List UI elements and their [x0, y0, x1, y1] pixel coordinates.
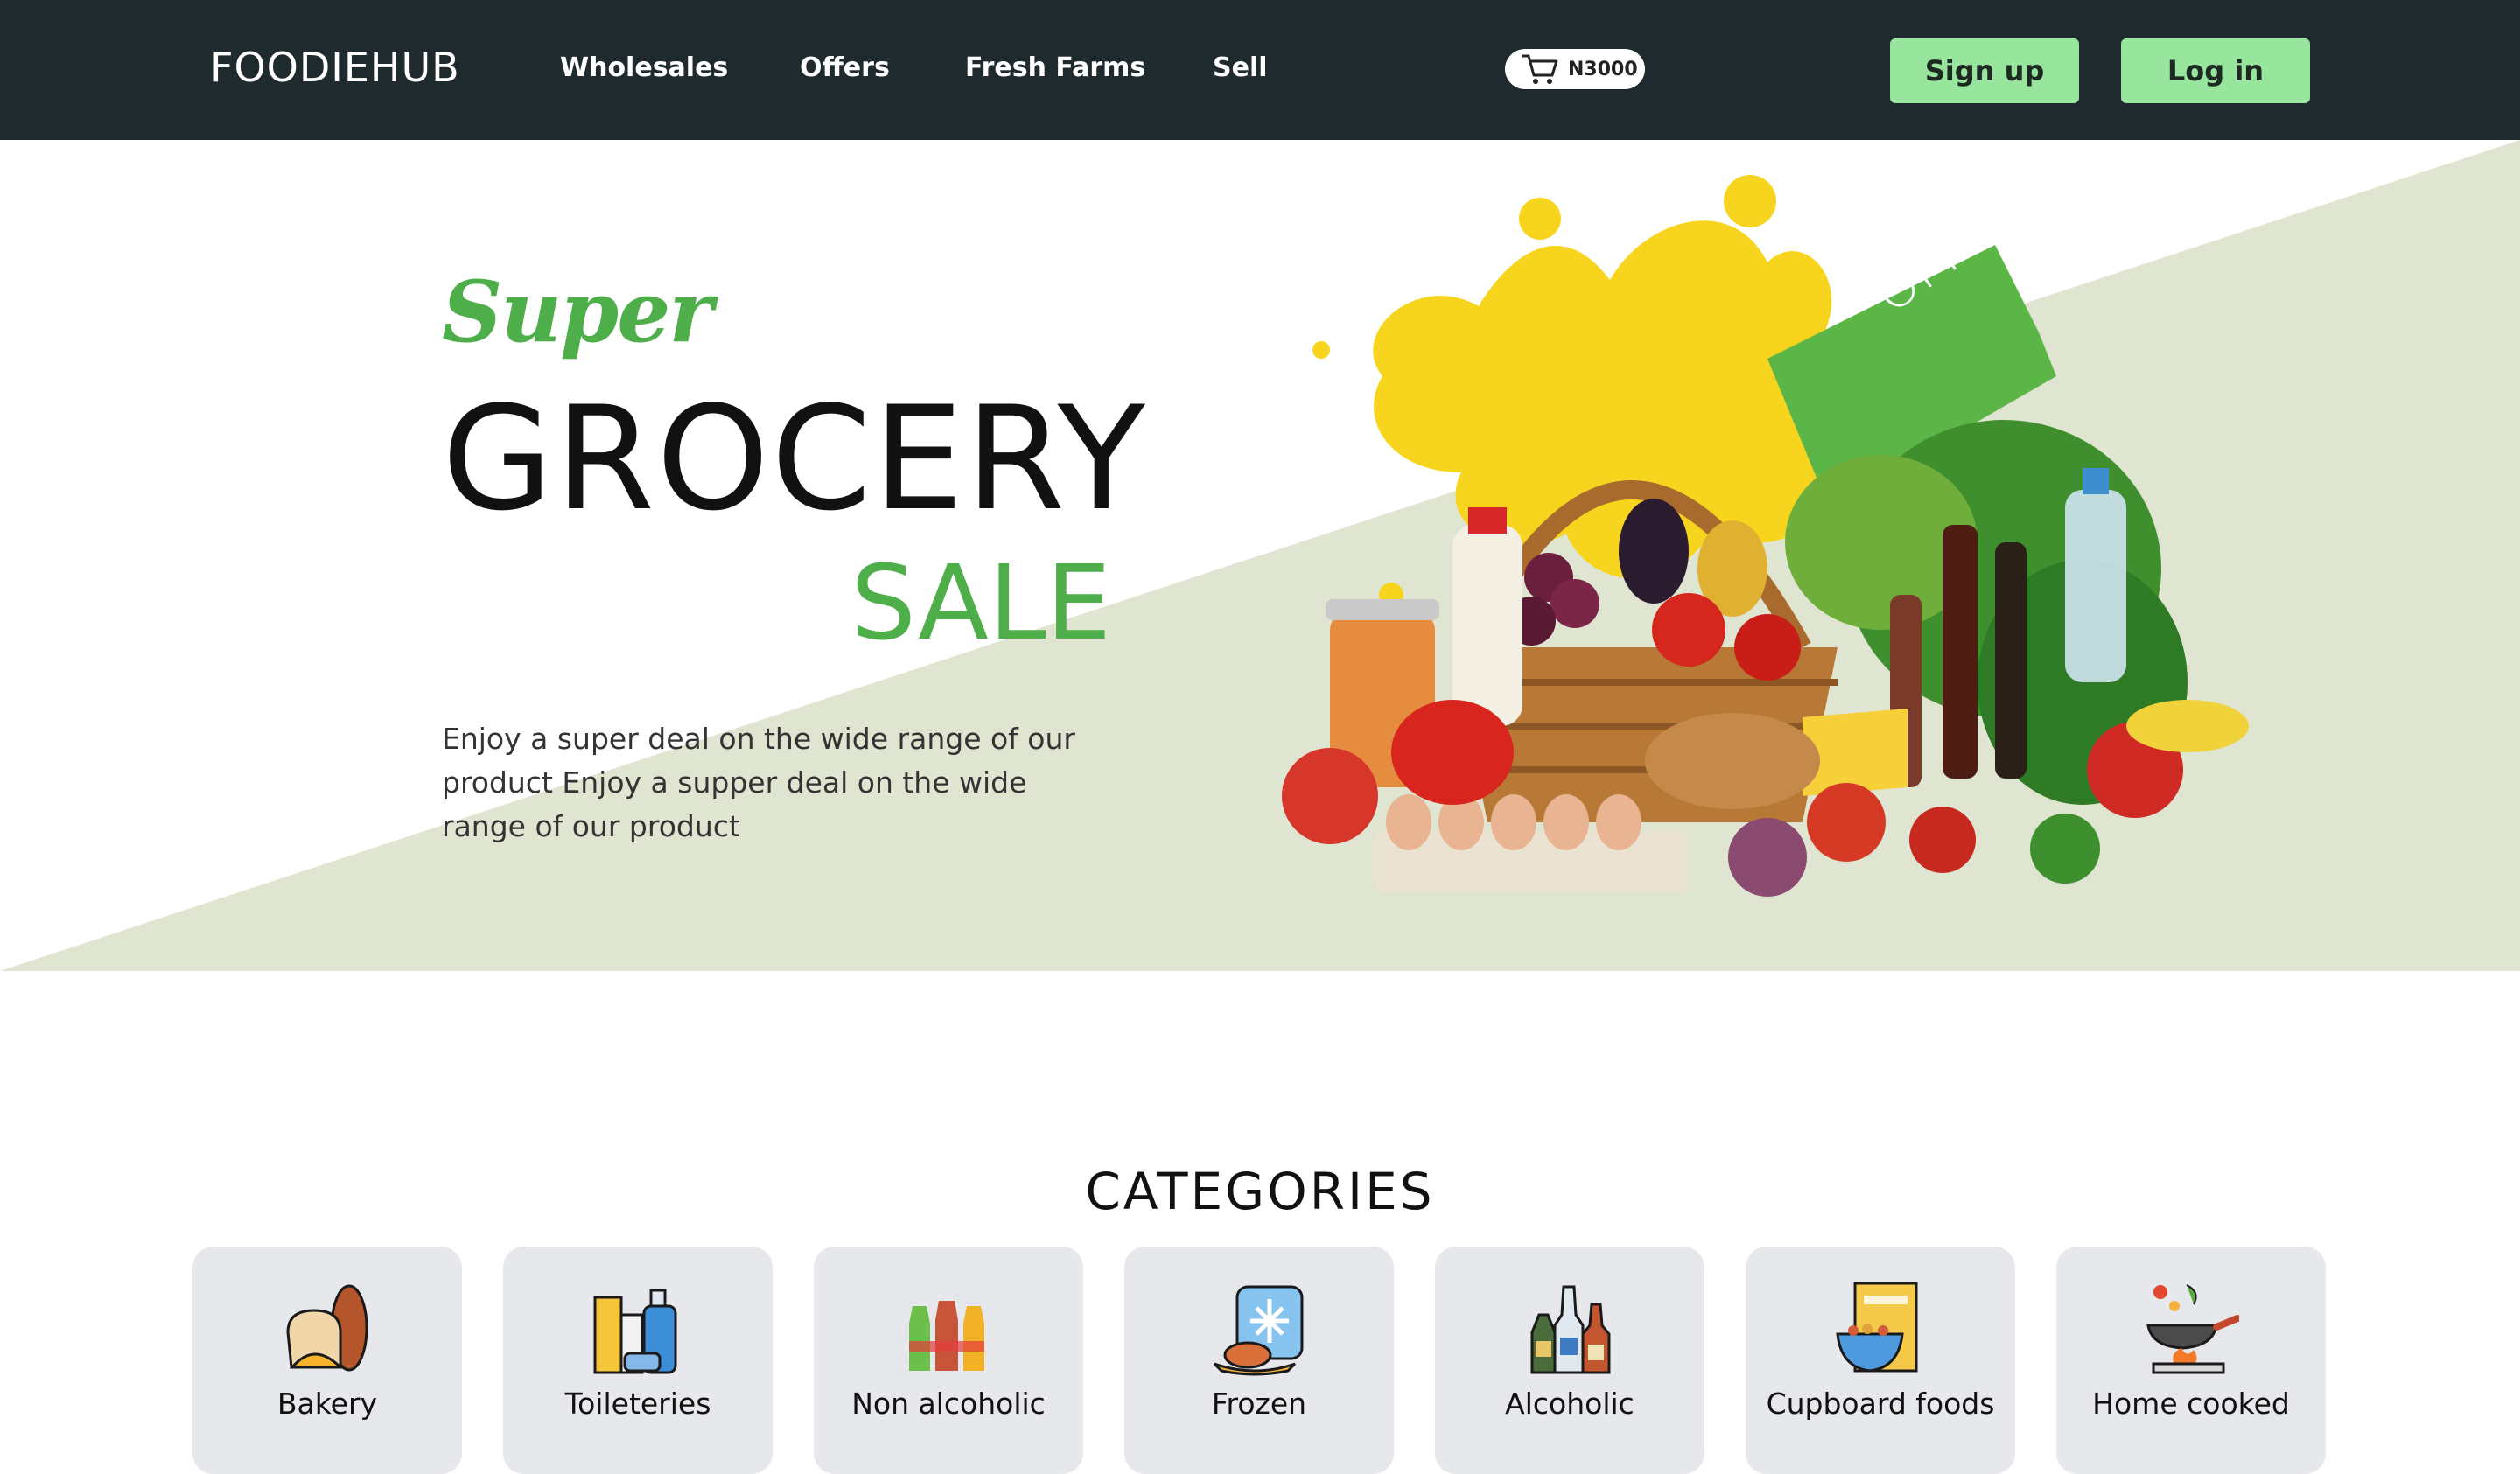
category-card-cupboard-foods[interactable]: Cupboard foods	[1746, 1247, 2015, 1474]
frozen-food-icon	[1213, 1285, 1304, 1376]
login-button[interactable]: Log in	[2121, 38, 2310, 103]
signup-button[interactable]: Sign up	[1890, 38, 2079, 103]
hero-sale-text: SALE	[850, 542, 1112, 663]
category-card-home-cooked[interactable]: Home cooked	[2056, 1247, 2326, 1474]
cart-button[interactable]: N3000	[1505, 49, 1645, 89]
category-label: Non alcoholic	[851, 1387, 1046, 1421]
category-label: Toileteries	[564, 1387, 711, 1421]
category-label: Home cooked	[2092, 1387, 2290, 1421]
categories-title: CATEGORIES	[1085, 1162, 1435, 1221]
hero-grocery-text: GROCERY	[442, 375, 1147, 542]
category-label: Bakery	[276, 1387, 378, 1421]
nav-link-offers[interactable]: Offers	[800, 52, 890, 83]
category-card-bakery[interactable]: Bakery	[192, 1247, 462, 1474]
hero-banner: Super GROCERY SALE Enjoy a super deal on…	[0, 140, 2520, 971]
wok-cooking-icon	[2146, 1284, 2239, 1374]
category-card-non-alcoholic[interactable]: Non alcoholic	[814, 1247, 1083, 1474]
nav-link-sell[interactable]: Sell	[1213, 52, 1268, 83]
brand-logo[interactable]: FOODIEHUB	[210, 44, 460, 91]
category-label: Alcoholic	[1505, 1387, 1634, 1421]
cereal-bowl-icon	[1836, 1282, 1918, 1373]
bakery-icon	[286, 1284, 368, 1372]
category-card-alcoholic[interactable]: Alcoholic	[1435, 1247, 1704, 1474]
hero-super-text: Super	[442, 262, 713, 361]
cart-icon	[1522, 54, 1558, 84]
category-label: Cupboard foods	[1766, 1387, 1995, 1421]
hero-description: Enjoy a super deal on the wide range of …	[442, 722, 1075, 843]
alcohol-bottles-icon	[1530, 1285, 1611, 1374]
category-card-toiletries[interactable]: Toileteries	[503, 1247, 773, 1474]
top-navbar: FOODIEHUB Wholesales Offers Fresh Farms …	[0, 0, 2520, 140]
cart-total: N3000	[1568, 58, 1638, 80]
nav-link-fresh-farms[interactable]: Fresh Farms	[965, 52, 1145, 83]
nav-link-wholesales[interactable]: Wholesales	[560, 52, 728, 83]
category-card-frozen[interactable]: Frozen	[1124, 1247, 1394, 1474]
grocery-basket-illustration	[1282, 175, 2249, 897]
toiletries-icon	[593, 1289, 677, 1374]
soft-drinks-icon	[909, 1301, 984, 1371]
category-label: Frozen	[1211, 1387, 1307, 1421]
